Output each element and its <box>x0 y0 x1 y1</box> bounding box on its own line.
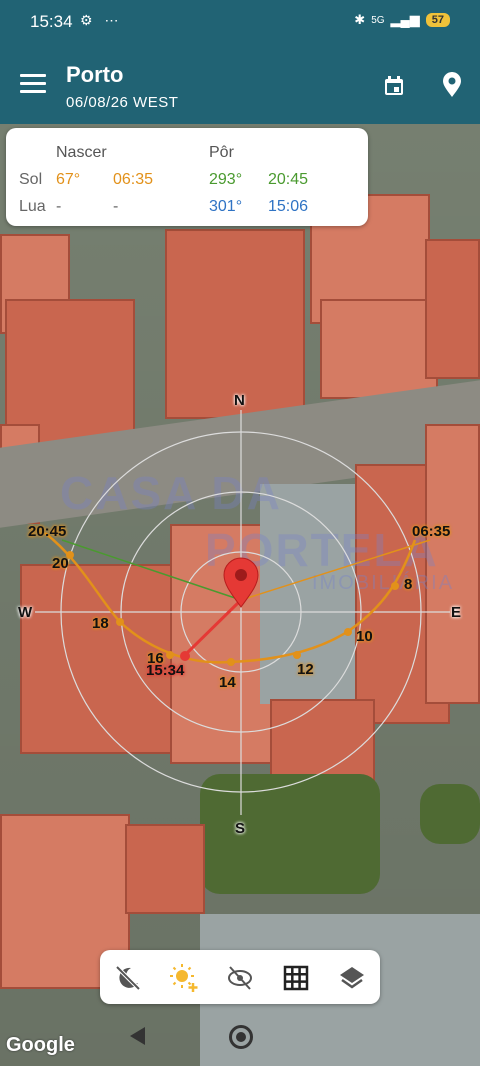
status-bar: 15:34 ⚙ ⋯ ✱ 5G ▂▄▆ 57 <box>0 0 480 44</box>
status-right-icons: ✱ 5G ▂▄▆ 57 <box>354 12 450 28</box>
status-notification-icons: ⚙ ⋯ <box>80 12 123 28</box>
current-sun-dot <box>180 651 190 661</box>
battery-icon: 57 <box>425 13 450 27</box>
hour-label-20: 20 <box>52 555 69 572</box>
hour-dot <box>166 651 174 659</box>
signal-icon: ▂▄▆ <box>390 12 420 27</box>
back-nav-icon[interactable] <box>130 1027 145 1045</box>
sun-moon-info-card: Nascer Pôr Sol 67° 06:35 293° 20:45 Lua … <box>6 128 368 226</box>
moon-rise-time: - <box>113 198 119 215</box>
location-pin-icon[interactable] <box>440 72 464 98</box>
hour-label-14: 14 <box>219 674 236 691</box>
set-header: Pôr <box>209 144 234 161</box>
calendar-icon[interactable] <box>382 74 406 98</box>
sunset-direction-line <box>61 539 242 601</box>
sun-rise-azimuth: 67° <box>56 171 81 188</box>
moon-set-time: 15:06 <box>268 198 309 215</box>
hour-dot <box>344 628 352 636</box>
compass-rings <box>35 410 450 815</box>
hour-dot <box>116 618 124 626</box>
map-toolbar <box>100 950 380 1004</box>
sun-add-icon[interactable] <box>169 963 199 993</box>
visibility-off-icon[interactable] <box>225 963 255 993</box>
current-sun-direction-line <box>183 598 243 657</box>
date-timezone-subtitle: 06/08/26 WEST <box>66 94 179 111</box>
home-nav-icon[interactable] <box>229 1025 253 1049</box>
sun-set-time: 20:45 <box>268 171 309 188</box>
menu-icon[interactable] <box>20 74 46 94</box>
moon-rise-azimuth: - <box>56 198 62 215</box>
moon-row-label: Lua <box>19 198 46 215</box>
compass-south-label: S <box>235 820 246 837</box>
hour-dot <box>293 651 301 659</box>
sun-rise-time: 06:35 <box>113 171 154 188</box>
layers-icon[interactable] <box>337 963 367 993</box>
current-time-label: 15:34 <box>146 662 185 679</box>
compass-west-label: W <box>18 604 33 621</box>
sunrise-time-label: 06:35 <box>412 523 451 540</box>
rise-header: Nascer <box>56 144 107 161</box>
hour-label-18: 18 <box>92 615 109 632</box>
moon-set-azimuth: 301° <box>209 198 243 215</box>
compass-east-label: E <box>451 604 462 621</box>
location-marker-center <box>235 569 247 581</box>
compass-north-label: N <box>234 392 245 409</box>
google-logo: Google <box>6 1034 75 1056</box>
sun-row-label: Sol <box>19 171 43 188</box>
sunset-time-label: 20:45 <box>28 523 67 540</box>
network-type: 5G <box>371 14 385 26</box>
sun-set-azimuth: 293° <box>209 171 243 188</box>
app-bar: Porto 06/08/26 WEST <box>0 44 480 124</box>
hour-label-8: 8 <box>404 576 413 593</box>
hour-dot <box>391 582 399 590</box>
hour-label-12: 12 <box>297 661 314 678</box>
hour-label-10: 10 <box>356 628 373 645</box>
location-marker-icon <box>223 557 259 608</box>
hour-dot <box>227 658 235 666</box>
moon-off-icon[interactable] <box>113 963 143 993</box>
grid-icon[interactable] <box>281 963 311 993</box>
location-title: Porto <box>66 62 124 87</box>
bluetooth-icon: ✱ <box>354 12 366 27</box>
status-time: 15:34 <box>30 12 73 31</box>
